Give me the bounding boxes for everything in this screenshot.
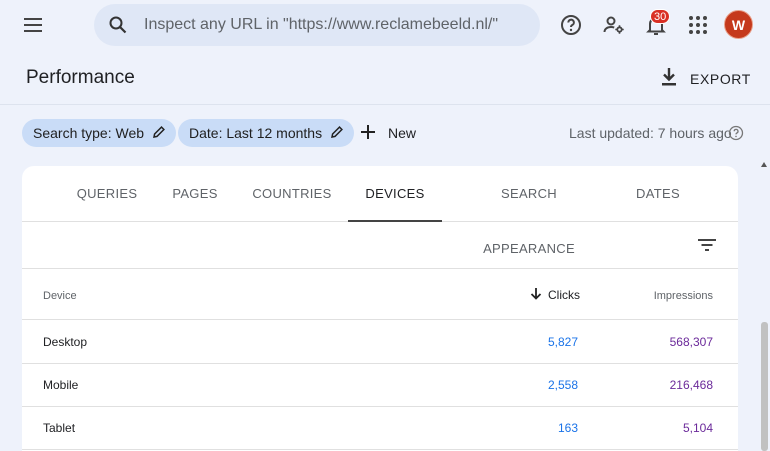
page-scrollbar[interactable] (759, 162, 770, 451)
search-type-chip[interactable]: Search type: Web (22, 119, 177, 147)
active-tab-indicator (348, 220, 442, 222)
clicks-header-label: Clicks (548, 288, 580, 302)
device-cell: Mobile (43, 378, 79, 392)
chip-label: Search type: Web (33, 125, 145, 141)
download-icon (660, 67, 678, 92)
tab-pages[interactable]: PAGES (157, 166, 233, 222)
apps-grid-icon[interactable] (686, 13, 710, 37)
column-header-impressions[interactable]: Impressions (654, 290, 713, 302)
plus-icon (360, 124, 376, 143)
last-updated-help-icon[interactable] (728, 125, 744, 141)
pencil-icon (144, 125, 166, 142)
clicks-cell: 5,827 (547, 335, 578, 349)
table-row[interactable]: Tablet 163 5,104 (22, 407, 738, 450)
tab-dates[interactable]: DATES (622, 166, 694, 222)
account-avatar[interactable]: W (724, 10, 753, 39)
page-title: Performance (26, 67, 135, 88)
scroll-up-arrow[interactable] (761, 162, 767, 167)
pencil-icon (322, 125, 344, 142)
table-toolbar (22, 223, 738, 269)
search-icon[interactable] (108, 15, 128, 35)
top-app-bar: 30 W (0, 0, 770, 50)
device-cell: Desktop (43, 335, 88, 349)
arrow-down-icon (530, 287, 542, 303)
clicks-cell: 163 (557, 421, 578, 435)
new-label: New (388, 125, 417, 141)
tab-countries[interactable]: COUNTRIES (244, 166, 340, 222)
date-range-chip[interactable]: Date: Last 12 months (178, 119, 355, 147)
tab-devices[interactable]: DEVICES (348, 166, 442, 222)
tab-search-appearance[interactable]: SEARCH APPEARANCE (454, 166, 604, 256)
dimension-tabs: QUERIES PAGES COUNTRIES DEVICES SEARCH A… (22, 166, 738, 256)
scroll-thumb[interactable] (761, 322, 768, 451)
help-icon[interactable] (559, 13, 583, 37)
new-filter-button[interactable]: New (360, 121, 416, 145)
device-cell: Tablet (43, 421, 76, 435)
table-row[interactable]: Desktop 5,827 568,307 (22, 321, 738, 364)
filter-icon[interactable] (697, 235, 717, 255)
table-row[interactable]: Mobile 2,558 216,468 (22, 364, 738, 407)
impressions-cell: 216,468 (669, 378, 713, 392)
clicks-cell: 2,558 (547, 378, 578, 392)
search-input[interactable] (144, 4, 524, 46)
header-divider (0, 104, 770, 105)
menu-icon[interactable] (22, 14, 44, 36)
impressions-cell: 5,104 (682, 421, 713, 435)
column-header-clicks[interactable]: Clicks (530, 287, 580, 303)
url-inspection-search[interactable] (94, 4, 540, 46)
performance-table-card: QUERIES PAGES COUNTRIES DEVICES SEARCH A… (22, 166, 738, 451)
last-updated-text: Last updated: 7 hours ago (569, 125, 732, 141)
column-header-device[interactable]: Device (43, 290, 77, 302)
table-header: Device Clicks Impressions (22, 270, 738, 320)
impressions-cell: 568,307 (669, 335, 713, 349)
notification-count-badge: 30 (650, 9, 671, 24)
tab-queries[interactable]: QUERIES (67, 166, 147, 222)
chip-label: Date: Last 12 months (189, 125, 323, 141)
manage-accounts-icon[interactable] (602, 13, 626, 37)
page-header: Performance EXPORT (0, 56, 770, 104)
export-button[interactable]: EXPORT (660, 64, 751, 94)
export-label: EXPORT (690, 71, 751, 87)
